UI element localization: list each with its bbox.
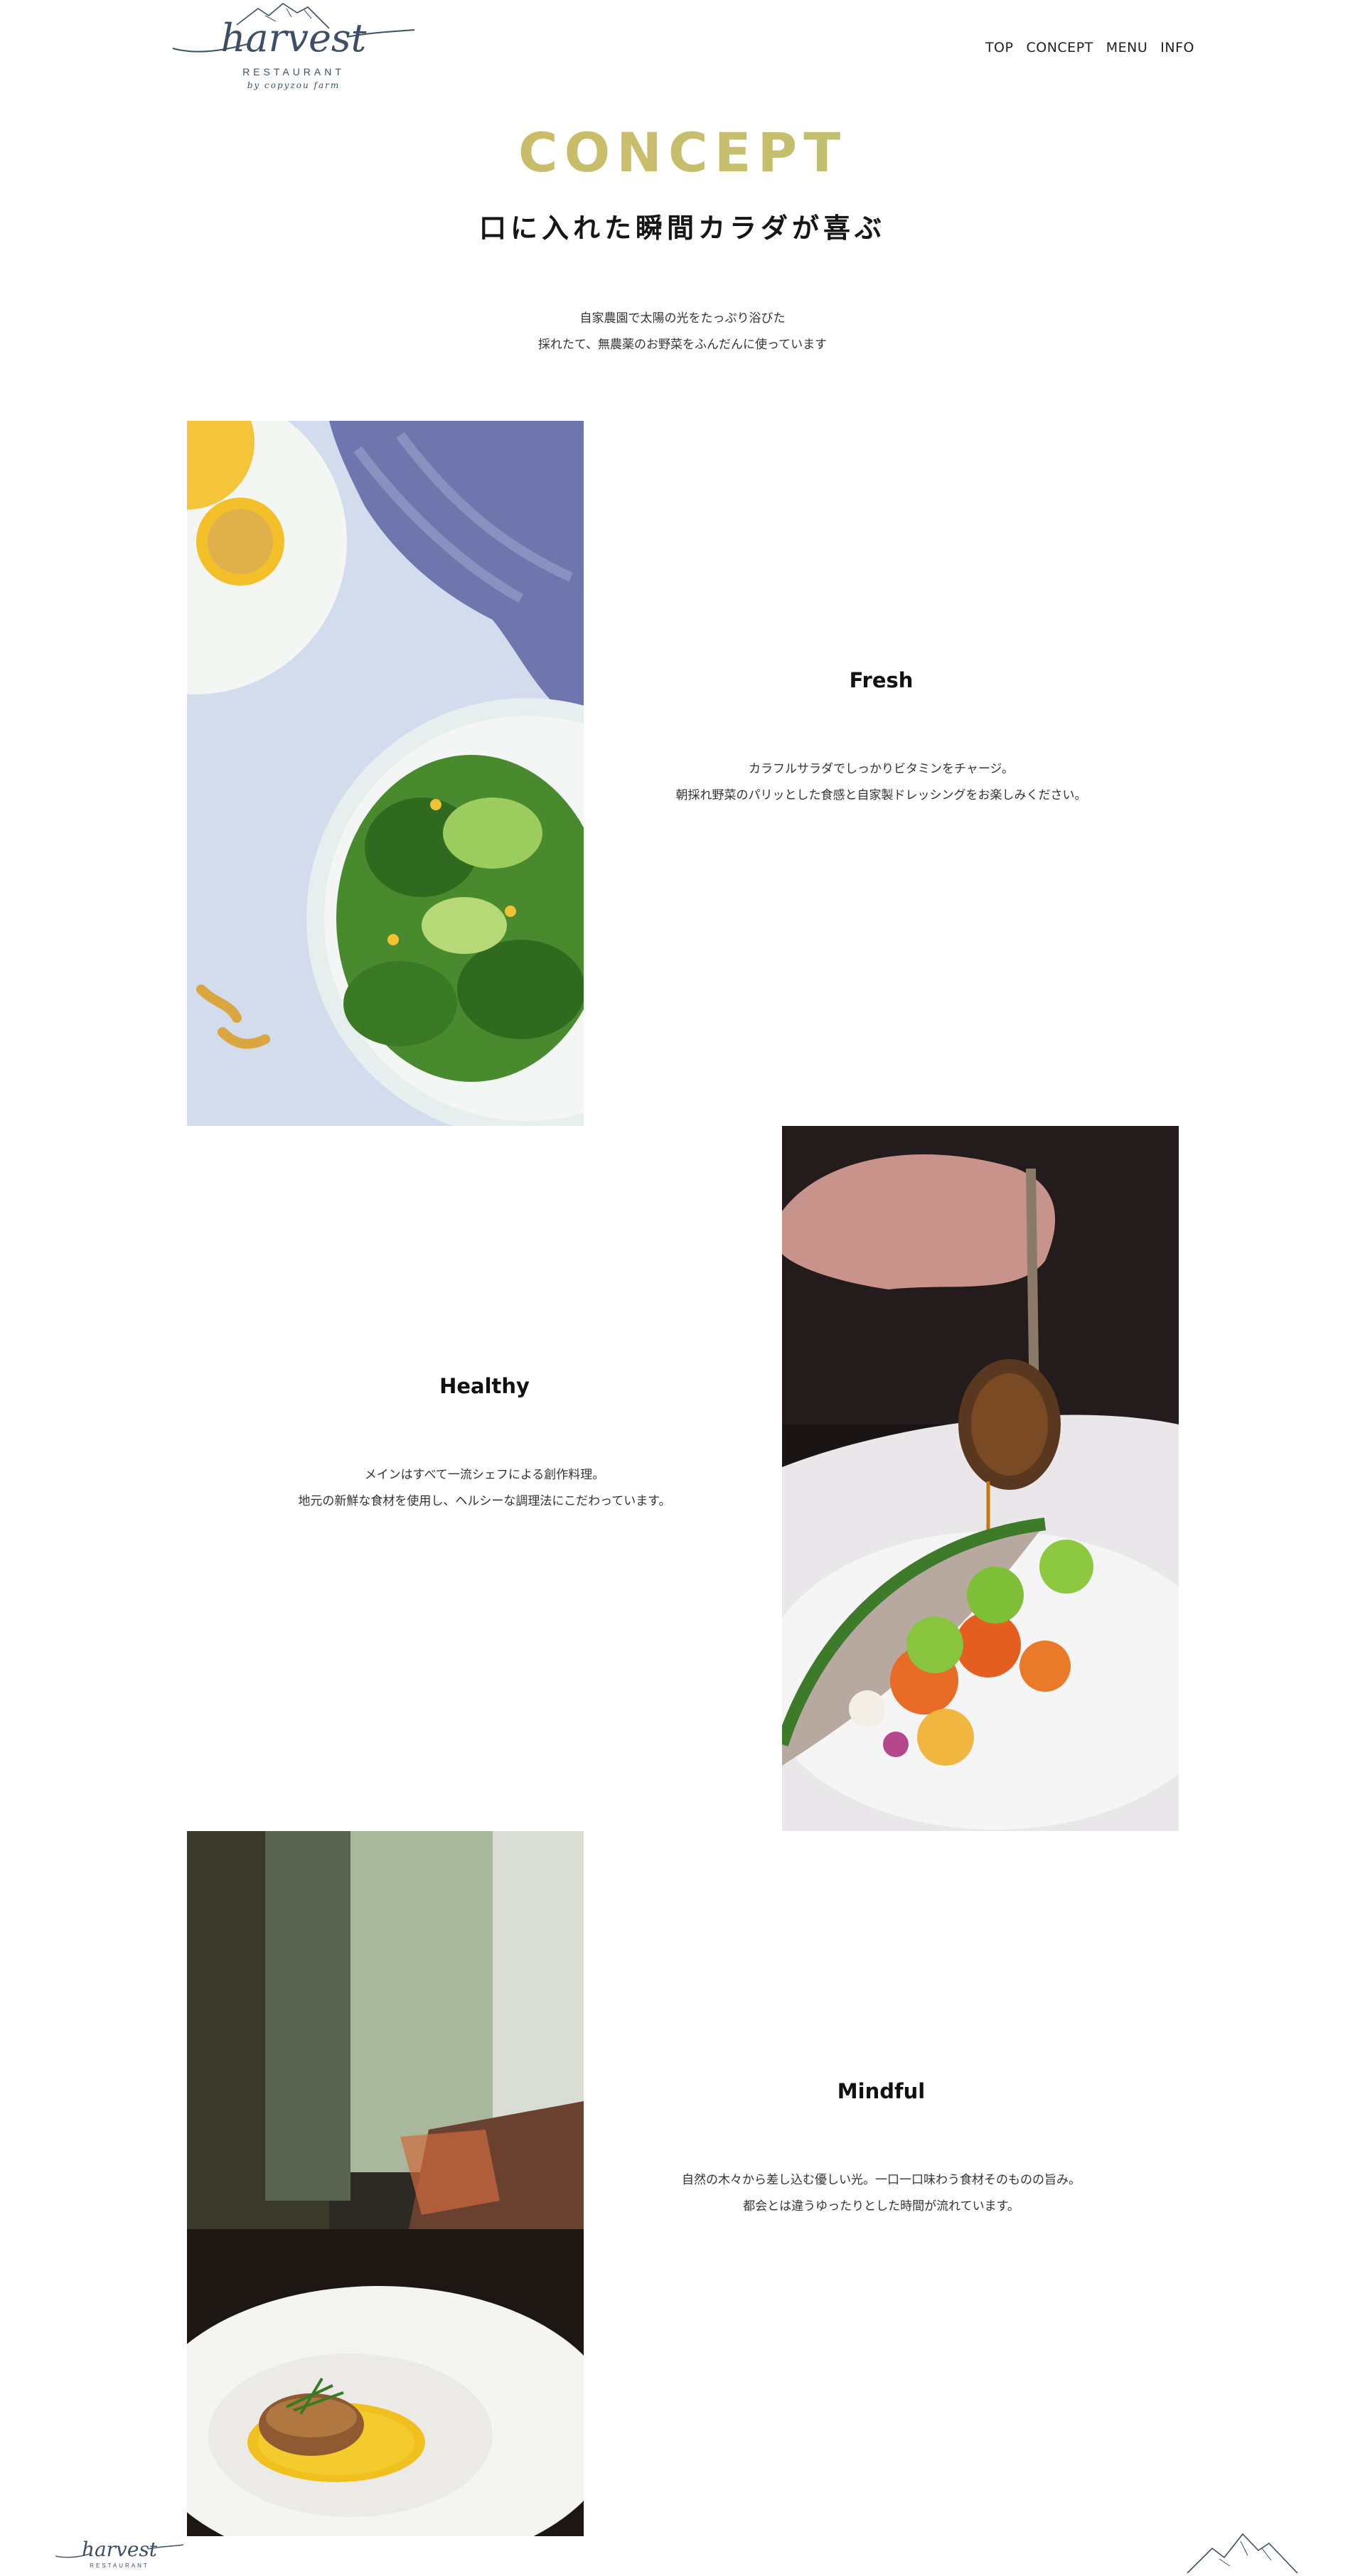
feature-line: 都会とは違うゆったりとした時間が流れています。: [743, 2199, 1019, 2213]
salad-photo: [187, 421, 584, 1126]
intro-line: 採れたて、無農薬のお野菜をふんだんに使っています: [537, 338, 828, 352]
footer-logo-script: harvest: [82, 2538, 158, 2561]
feature-line: メインはすべて一流シェフによる創作料理。: [364, 1468, 605, 1482]
feature-title-fresh: Fresh: [849, 668, 914, 692]
concept-subtitle: 口に入れた瞬間カラダが喜ぶ: [478, 213, 886, 244]
logo-tagline: by copyzou farm: [247, 80, 340, 90]
feature-body-mindful: 自然の木々から差し込む優しい光。一口一口味わう食材そのものの旨み。 都会とは違う…: [584, 2167, 1179, 2220]
feature-line: 地元の新鮮な食材を使用し、ヘルシーな調理法にこだわっています。: [298, 1494, 671, 1508]
soup-dish-photo: [187, 1831, 584, 2536]
concept-title: CONCEPT: [0, 121, 1365, 184]
header-logo[interactable]: harvest RESTAURANT by copyzou farm: [169, 0, 418, 96]
feature-line: 朝採れ野菜のパリッとした食感と自家製ドレッシングをお楽しみください。: [675, 788, 1087, 803]
footer-logo-word: RESTAURANT: [90, 2562, 149, 2569]
feature-title-healthy: Healthy: [439, 1374, 530, 1398]
footer-mountain-icon: [1180, 2523, 1308, 2574]
concept-intro: 自家農園で太陽の光をたっぷり浴びた 採れたて、無農薬のお野菜をふんだんに使ってい…: [0, 306, 1365, 358]
logo-word: RESTAURANT: [242, 66, 345, 77]
intro-line: 自家農園で太陽の光をたっぷり浴びた: [579, 311, 786, 326]
feature-body-healthy: メインはすべて一流シェフによる創作料理。 地元の新鮮な食材を使用し、ヘルシーな調…: [187, 1462, 782, 1515]
nav-info[interactable]: INFO: [1160, 40, 1194, 55]
feature-body-fresh: カラフルサラダでしっかりビタミンをチャージ。 朝採れ野菜のパリッとした食感と自家…: [584, 756, 1179, 809]
mountain-icon: harvest RESTAURANT by copyzou farm: [172, 3, 415, 90]
nav-concept[interactable]: CONCEPT: [1026, 40, 1093, 55]
nav-top[interactable]: TOP: [985, 40, 1014, 55]
nav-menu[interactable]: MENU: [1106, 40, 1148, 55]
plated-dish-photo: [782, 1126, 1179, 1831]
logo-script: harvest: [221, 16, 367, 60]
main-nav: TOP CONCEPT MENU INFO: [985, 40, 1194, 55]
feature-line: カラフルサラダでしっかりビタミンをチャージ。: [749, 762, 1014, 776]
footer-logo[interactable]: harvest RESTAURANT: [55, 2531, 184, 2573]
feature-title-mindful: Mindful: [837, 2079, 926, 2103]
feature-line: 自然の木々から差し込む優しい光。一口一口味わう食材そのものの旨み。: [682, 2173, 1081, 2187]
